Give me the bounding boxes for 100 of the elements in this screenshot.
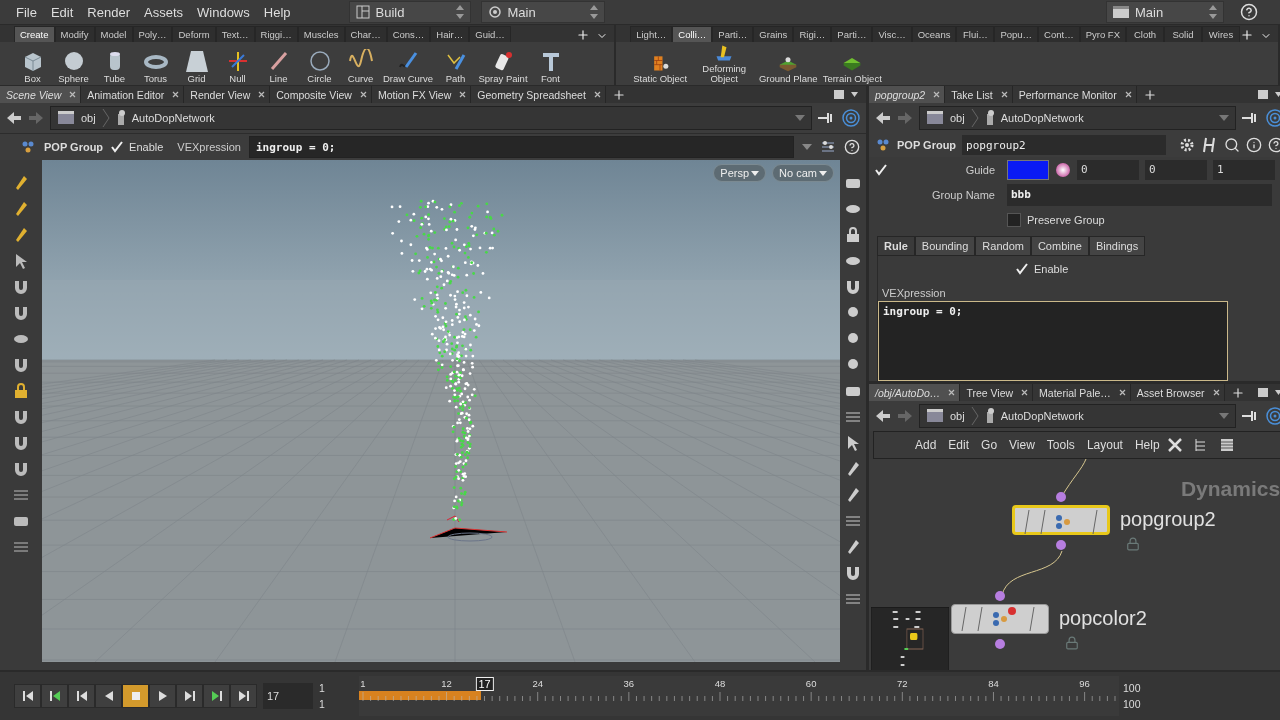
path-segment[interactable]: AutoDopNetwork	[1000, 410, 1084, 422]
shelf-tool[interactable]: Ground Plane	[756, 53, 821, 84]
pane-menu-icon[interactable]	[834, 89, 860, 100]
target-icon[interactable]	[1266, 109, 1280, 127]
add-tab-icon[interactable]	[1240, 28, 1254, 42]
shelf-tab[interactable]: Colli…	[672, 26, 713, 42]
number-field[interactable]: 0	[1077, 159, 1139, 180]
back-arrow-icon[interactable]	[875, 111, 891, 125]
menu-item[interactable]: Assets	[138, 2, 189, 22]
help-icon[interactable]	[844, 139, 860, 155]
shelf-tab[interactable]: Parti…	[712, 26, 754, 42]
shelf-tool[interactable]: Circle	[299, 49, 340, 84]
checkbox[interactable]	[1007, 212, 1021, 227]
number-field[interactable]: 1	[1213, 159, 1275, 180]
menu-item[interactable]: File	[10, 2, 43, 22]
menu-item[interactable]: Help	[257, 2, 297, 22]
shelf-tab[interactable]: Rigi…	[793, 26, 832, 42]
range-end-field[interactable]: 100	[1123, 682, 1163, 694]
magnet-icon[interactable]	[844, 564, 862, 582]
shelf-tab[interactable]: Model	[94, 26, 133, 42]
add-tab-icon[interactable]	[1142, 87, 1157, 102]
range-start-field[interactable]: 1	[319, 682, 359, 694]
menu-item[interactable]: Edit	[943, 438, 975, 452]
shelf-tool[interactable]: Torus	[135, 49, 176, 84]
magnet-icon[interactable]	[12, 278, 30, 296]
node-name-field[interactable]: popgroup2	[962, 135, 1167, 155]
pane-tab[interactable]: Scene View	[0, 86, 82, 103]
color-wheel-icon[interactable]	[1055, 161, 1071, 178]
view-menu-button[interactable]: Persp	[713, 164, 767, 182]
caret-icon[interactable]	[1219, 115, 1230, 121]
enable-checkbox[interactable]: Enable	[111, 141, 164, 153]
lock-icon[interactable]	[12, 382, 30, 400]
shelf-tab[interactable]: Cons…	[386, 26, 431, 42]
shelf-tab[interactable]: Deform	[172, 26, 216, 42]
path-field[interactable]: obj AutoDopNetwork	[919, 404, 1237, 428]
shelf-tool[interactable]: Terrain Object	[820, 53, 885, 84]
close-icon[interactable]	[593, 91, 601, 98]
stepper-icon[interactable]	[1209, 5, 1217, 19]
parameter-tab[interactable]: Bounding	[914, 236, 976, 256]
close-icon[interactable]	[459, 91, 467, 98]
shelf-tab[interactable]: Cont…	[1038, 26, 1080, 42]
shelf-tool[interactable]: Deforming Object	[692, 43, 757, 84]
shelf-tool[interactable]: Spray Paint	[476, 49, 530, 84]
close-icon[interactable]	[1118, 389, 1126, 396]
dropdown-icon[interactable]	[802, 144, 812, 150]
shelf-tab[interactable]: Text…	[215, 26, 255, 42]
pane-menu-icon[interactable]	[1258, 387, 1280, 398]
color-swatch[interactable]	[1007, 159, 1049, 180]
frame-field[interactable]: 17	[263, 683, 313, 709]
tools-icon[interactable]	[1166, 437, 1183, 453]
menu-item[interactable]: Add	[910, 438, 942, 452]
menu-item[interactable]: View	[1004, 438, 1040, 452]
menu-item[interactable]: Go	[976, 438, 1003, 452]
shelf-tab[interactable]: Popu…	[994, 26, 1039, 42]
shelf-tab[interactable]: Grains	[753, 26, 794, 42]
skip-end-icon[interactable]	[230, 684, 257, 708]
menu-item[interactable]: Layout	[1081, 438, 1128, 452]
skip-start-icon[interactable]	[14, 684, 41, 708]
output-port[interactable]	[995, 639, 1005, 649]
shelf-tool[interactable]: Curve	[340, 49, 381, 84]
shelf-tab[interactable]: Solid	[1164, 26, 1202, 42]
add-tab-icon[interactable]	[576, 28, 591, 42]
preserve-group-checkbox[interactable]: Preserve Group	[1007, 212, 1105, 227]
menu-item[interactable]: Edit	[44, 2, 80, 22]
shelf-tab[interactable]: Oceans	[911, 26, 957, 42]
list-icon[interactable]	[1218, 437, 1235, 453]
stepper-icon[interactable]	[589, 5, 598, 19]
step-forward-icon[interactable]	[176, 684, 203, 708]
shelf-tab[interactable]: Hair…	[430, 26, 470, 42]
path-segment[interactable]: obj	[950, 112, 965, 124]
shelf-tool[interactable]: Sphere	[53, 49, 94, 84]
back-arrow-icon[interactable]	[6, 111, 22, 125]
number-field[interactable]: 0	[1145, 159, 1207, 180]
shelf-tool[interactable]: Font	[530, 49, 571, 84]
close-icon[interactable]	[1212, 389, 1220, 396]
path-segment[interactable]: obj	[81, 112, 96, 124]
back-arrow-icon[interactable]	[875, 409, 891, 423]
shelf-tab[interactable]: Guid…	[469, 26, 511, 42]
group-name-field[interactable]: bbb	[1007, 183, 1273, 206]
timeline-track[interactable]: 1 12 17 24 36 48 60 72 84 96	[359, 676, 1119, 716]
path-field[interactable]: obj AutoDopNetwork	[50, 106, 812, 130]
stepper-icon[interactable]	[455, 5, 464, 19]
close-icon[interactable]	[948, 389, 956, 396]
context-dropdown[interactable]: Main	[480, 1, 605, 23]
prev-key-icon[interactable]	[41, 684, 68, 708]
network-node[interactable]	[951, 604, 1049, 634]
caret-icon[interactable]	[1219, 413, 1230, 419]
play-icon[interactable]	[149, 684, 176, 708]
enable-checkbox[interactable]: Enable	[1016, 262, 1069, 275]
caret-icon[interactable]	[795, 115, 805, 121]
close-icon[interactable]	[359, 91, 367, 98]
stop-icon[interactable]	[122, 684, 149, 708]
shelf-tool[interactable]: Null	[217, 49, 258, 84]
close-icon[interactable]	[258, 91, 266, 98]
shelf-tool[interactable]: Box	[12, 49, 53, 84]
close-icon[interactable]	[933, 91, 941, 98]
magnet-icon[interactable]	[12, 434, 30, 452]
menu-item[interactable]: Render	[81, 2, 136, 22]
close-icon[interactable]	[1021, 389, 1029, 396]
magnet-icon[interactable]	[12, 408, 30, 426]
